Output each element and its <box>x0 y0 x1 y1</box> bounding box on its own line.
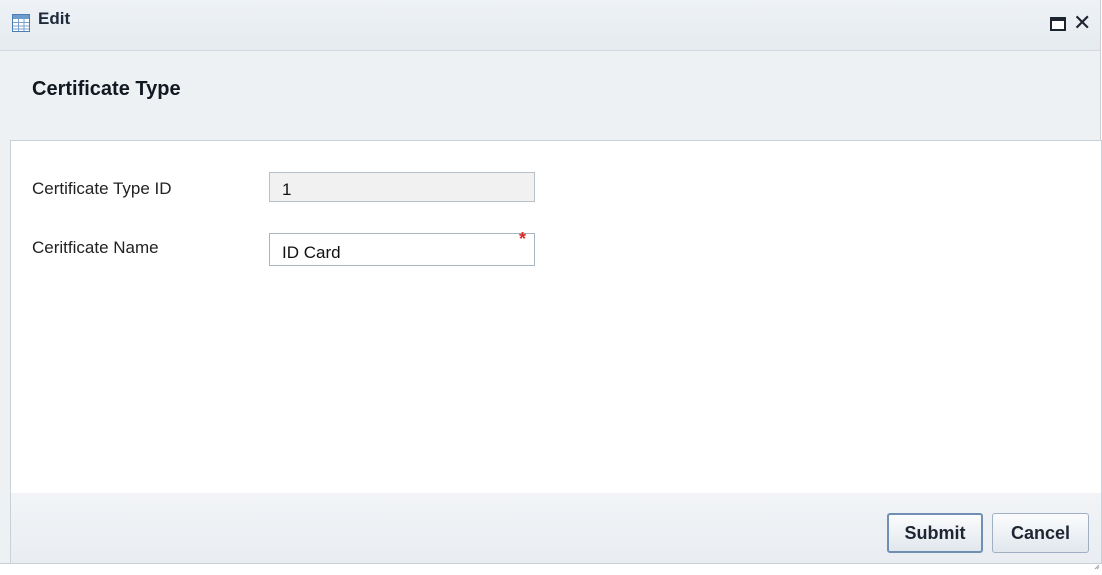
table-icon <box>12 14 30 32</box>
section-title: Certificate Type <box>32 78 181 100</box>
certificate-name-field[interactable]: ID Card <box>269 233 535 266</box>
close-icon[interactable]: ✕ <box>1073 12 1093 34</box>
dialog-footer: Submit Cancel <box>10 493 1102 564</box>
certificate-type-id-field[interactable]: 1 <box>269 172 535 202</box>
required-indicator: * <box>519 229 527 249</box>
edit-dialog: Edit ✕ Certificate Type Certificate Type… <box>0 0 1102 570</box>
certificate-type-id-label: Certificate Type ID <box>32 179 172 198</box>
certificate-name-label: Ceritficate Name <box>32 238 159 257</box>
cancel-button[interactable]: Cancel <box>992 513 1089 553</box>
dialog-title: Edit <box>38 9 71 28</box>
section-header: Certificate Type <box>0 51 1100 139</box>
dialog-titlebar[interactable]: Edit ✕ <box>0 0 1100 51</box>
submit-button[interactable]: Submit <box>887 513 983 553</box>
maximize-icon[interactable] <box>1050 16 1066 32</box>
resize-grip-icon[interactable] <box>1094 557 1100 570</box>
form-body: Certificate Type ID 1 Ceritficate Name I… <box>10 140 1102 494</box>
